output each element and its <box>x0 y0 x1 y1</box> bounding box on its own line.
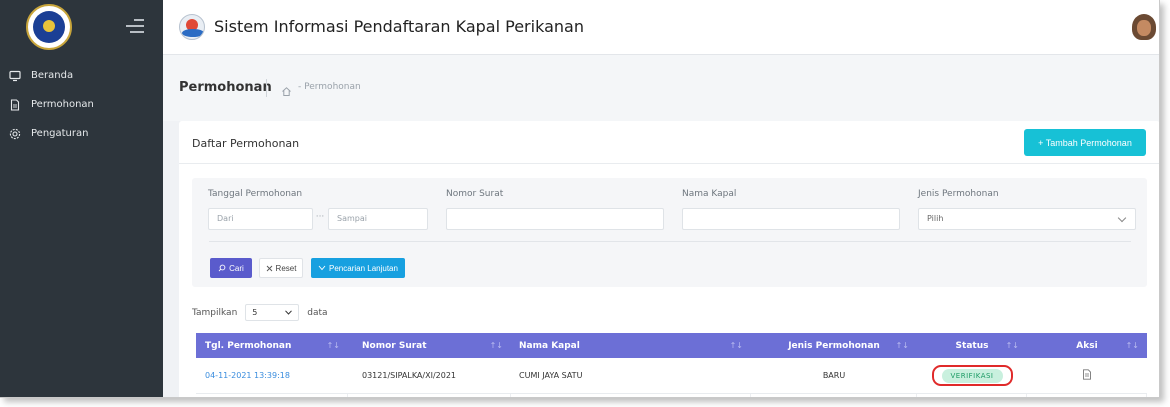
app-window: Beranda Permohonan Pengaturan Sistem Inf… <box>0 0 1160 398</box>
table-row: 04-11-2021 13:39:18 03121/SIPALKA/XI/202… <box>196 358 1147 394</box>
sidebar-item-permohonan[interactable]: Permohonan <box>0 90 163 119</box>
date-to-input[interactable]: Sampai <box>328 208 428 230</box>
divider <box>266 79 267 97</box>
select-value: Pilih <box>927 214 944 223</box>
search-icon <box>218 264 226 272</box>
breadcrumb-bar: Permohonan - Permohonan <box>163 55 1159 121</box>
page-title: Permohonan <box>179 80 272 95</box>
logo-emblem <box>33 11 65 43</box>
nama-kapal-label: Nama Kapal <box>682 189 737 199</box>
menu-toggle-icon[interactable] <box>126 19 144 35</box>
sort-icon: ↑↓ <box>895 341 909 350</box>
date-range-separator: ··· <box>315 212 325 222</box>
document-icon <box>9 98 21 111</box>
jenis-permohonan-select[interactable]: Pilih <box>918 208 1136 230</box>
reset-button[interactable]: Reset <box>259 258 303 278</box>
divider <box>209 241 1131 242</box>
page-size-select[interactable]: 5 <box>245 304 300 321</box>
nama-kapal-input[interactable] <box>682 208 900 230</box>
home-icon[interactable] <box>281 82 292 96</box>
app-title: Sistem Informasi Pendaftaran Kapal Perik… <box>214 17 584 36</box>
nomor-surat-cell: 03121/SIPALKA/XI/2021 <box>362 371 456 380</box>
table-header: Tgl. Permohonan ↑↓ Nomor Surat ↑↓ Nama Kap… <box>196 333 1147 358</box>
sort-icon: ↑↓ <box>1005 341 1019 350</box>
nomor-surat-input[interactable] <box>446 208 664 230</box>
data-label: data <box>307 307 328 318</box>
sort-icon: ↑↓ <box>729 341 743 350</box>
sort-icon: ↑↓ <box>489 341 503 350</box>
gear-icon <box>9 128 21 140</box>
chevron-down-icon <box>285 310 293 315</box>
sidebar-header <box>0 0 163 55</box>
nomor-surat-label: Nomor Surat <box>446 189 504 199</box>
col-aksi[interactable]: Aksi ↑↓ <box>1027 333 1147 358</box>
page-size-control: Tampilkan 5 data <box>192 304 328 321</box>
close-icon <box>266 265 272 271</box>
sort-icon: ↑↓ <box>1125 341 1139 350</box>
kkp-logo[interactable] <box>26 4 72 50</box>
monitor-icon <box>9 70 21 82</box>
sidebar-nav: Beranda Permohonan Pengaturan <box>0 55 163 148</box>
date-from-input[interactable]: Dari <box>208 208 313 230</box>
card-title: Daftar Permohonan <box>192 137 300 150</box>
tanggal-label: Tanggal Permohonan <box>208 189 303 199</box>
search-button[interactable]: Cari <box>210 258 252 278</box>
app-logo-icon <box>179 14 205 40</box>
status-highlight: VERIFIKASI <box>931 365 1013 386</box>
permohonan-table: Tgl. Permohonan ↑↓ Nomor Surat ↑↓ Nama Kap… <box>196 333 1147 397</box>
sidebar: Beranda Permohonan Pengaturan <box>0 0 163 397</box>
tgl-permohonan-link[interactable]: 04-11-2021 13:39:18 <box>205 371 290 380</box>
search-button-label: Cari <box>229 263 244 273</box>
status-badge: VERIFIKASI <box>941 369 1003 383</box>
advanced-search-label: Pencarian Lanjutan <box>329 263 398 273</box>
add-permohonan-button[interactable]: + Tambah Permohonan <box>1024 129 1146 156</box>
card-header: Daftar Permohonan + Tambah Permohonan <box>179 121 1159 164</box>
breadcrumb: - Permohonan <box>298 82 361 92</box>
advanced-search-button[interactable]: Pencarian Lanjutan <box>311 258 405 278</box>
sidebar-item-label: Permohonan <box>31 99 94 110</box>
jenis-permohonan-cell: BARU <box>822 371 846 380</box>
table-row-partial <box>196 394 1147 397</box>
reset-button-label: Reset <box>275 263 297 273</box>
sidebar-item-beranda[interactable]: Beranda <box>0 61 163 90</box>
view-document-icon[interactable] <box>1082 369 1092 382</box>
col-nomor-surat[interactable]: Nomor Surat ↑↓ <box>348 333 511 358</box>
sidebar-item-pengaturan[interactable]: Pengaturan <box>0 119 163 148</box>
jenis-permohonan-label: Jenis Permohonan <box>918 189 999 199</box>
col-status[interactable]: Status ↑↓ <box>917 333 1027 358</box>
col-nama-kapal[interactable]: Nama Kapal ↑↓ <box>511 333 751 358</box>
page-size-value: 5 <box>252 308 258 317</box>
chevron-down-icon <box>1117 213 1127 223</box>
user-avatar[interactable] <box>1132 14 1156 40</box>
col-tgl-permohonan[interactable]: Tgl. Permohonan ↑↓ <box>196 333 348 358</box>
top-header: Sistem Informasi Pendaftaran Kapal Perik… <box>163 0 1159 55</box>
show-label: Tampilkan <box>192 307 238 318</box>
sidebar-item-label: Beranda <box>31 70 74 81</box>
permohonan-card: Daftar Permohonan + Tambah Permohonan Ta… <box>179 121 1159 397</box>
filter-panel: Tanggal Permohonan Dari ··· Sampai Nomor… <box>192 178 1147 287</box>
nama-kapal-cell: CUMI JAYA SATU <box>519 371 583 380</box>
col-jenis-permohonan[interactable]: Jenis Permohonan ↑↓ <box>751 333 917 358</box>
sidebar-item-label: Pengaturan <box>31 128 89 139</box>
chevron-down-icon <box>318 265 326 271</box>
sort-icon: ↑↓ <box>326 341 340 350</box>
